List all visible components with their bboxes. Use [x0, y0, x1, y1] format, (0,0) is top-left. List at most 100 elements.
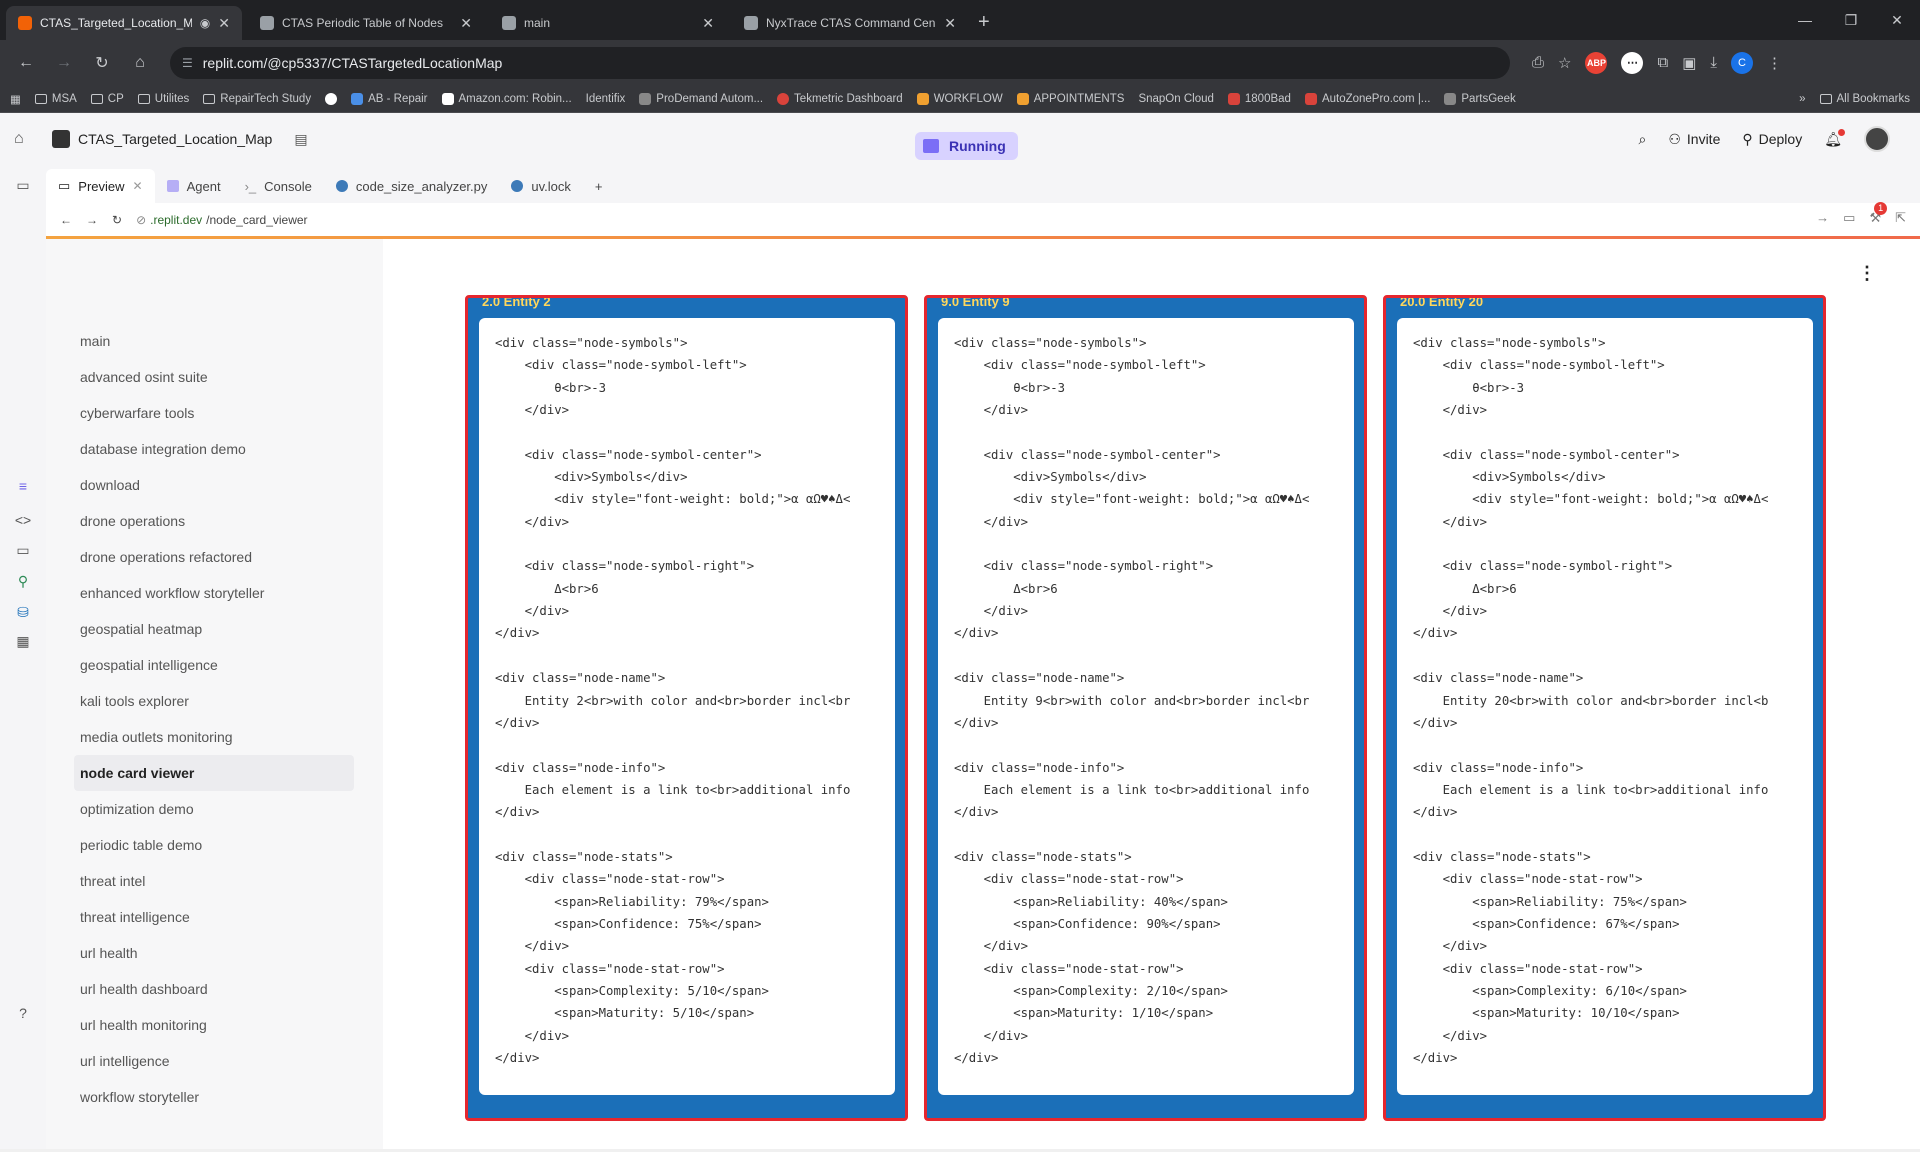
bookmark-folder[interactable]: MSA [34, 93, 77, 105]
bookmark-link[interactable]: Identifix [586, 93, 626, 105]
repl-menu-icon[interactable]: ▤ [294, 131, 307, 148]
browser-tab-1[interactable]: CTAS_Targeted_Location_M ◉ ✕ [6, 6, 242, 40]
repl-title[interactable]: CTAS_Targeted_Location_Map ▤ [52, 130, 308, 148]
sidebar-item[interactable]: periodic table demo [74, 827, 354, 863]
bookmark-link[interactable]: ProDemand Autom... [639, 92, 763, 105]
browser-tab-4[interactable]: NyxTrace CTAS Command Cen ✕ [732, 6, 968, 40]
bookmark-link[interactable]: SnapOn Cloud [1138, 93, 1213, 105]
downloads-icon[interactable]: ⤓ [1710, 54, 1717, 71]
install-app-icon[interactable]: ⎙ [1532, 54, 1544, 71]
extension-icon[interactable]: ⋯ [1621, 51, 1644, 74]
bookmark-link[interactable]: PartsGeek [1444, 92, 1516, 105]
bookmark-link[interactable]: 1800Bad [1227, 92, 1291, 105]
run-status-button[interactable]: Running [915, 132, 1018, 160]
sidebar-item[interactable]: geospatial intelligence [74, 647, 354, 683]
sidebar-item[interactable]: workflow storyteller [74, 1079, 354, 1115]
node-card[interactable]: 2.0 Entity 2 <div class="node-symbols"> … [465, 295, 908, 1121]
tab-code-size-analyzer[interactable]: code_size_analyzer.py [324, 169, 500, 203]
sidebar-item[interactable]: cyberwarfare tools [74, 395, 354, 431]
sidebar-item[interactable]: node card viewer [74, 755, 354, 791]
back-icon[interactable]: ← [10, 47, 42, 79]
deploy-rail-icon[interactable]: ⚲ [18, 573, 28, 590]
bookmark-link[interactable]: Tekmetric Dashboard [777, 92, 903, 105]
user-avatar[interactable] [1864, 126, 1890, 152]
minimize-icon[interactable]: — [1782, 0, 1828, 40]
notifications-bell-icon[interactable]: 🔔︎ [1824, 128, 1845, 148]
preview-forward-icon[interactable]: → [86, 213, 98, 227]
restore-icon[interactable]: ❐ [1828, 0, 1874, 40]
sidebar-item[interactable]: drone operations [74, 503, 354, 539]
preview-url[interactable]: ⊘ .replit.dev/node_card_viewer [136, 213, 308, 227]
side-panel-icon[interactable]: ▣ [1682, 54, 1696, 72]
search-icon[interactable]: ⌕ [1638, 131, 1646, 148]
address-bar[interactable]: ☰ replit.com/@cp5337/CTASTargetedLocatio… [170, 46, 1510, 79]
sidebar-item[interactable]: url intelligence [74, 1043, 354, 1079]
bookmark-link[interactable]: AutoZonePro.com |... [1304, 92, 1430, 105]
bookmark-link[interactable]: AB - Repair [351, 92, 428, 105]
database-icon[interactable]: ⛁ [17, 604, 29, 621]
sidebar-item[interactable]: enhanced workflow storyteller [74, 575, 354, 611]
sidebar-item[interactable]: kali tools explorer [74, 683, 354, 719]
close-tab-icon[interactable]: ✕ [944, 15, 956, 32]
tab-uv-lock[interactable]: uv.lock [499, 169, 583, 203]
node-card[interactable]: 20.0 Entity 20 <div class="node-symbols"… [1383, 295, 1826, 1121]
help-icon[interactable]: ? [19, 1005, 27, 1021]
browser-menu-icon[interactable]: ⋮ [1767, 54, 1782, 72]
sidebar-item[interactable]: drone operations refactored [74, 539, 354, 575]
new-pane-tab-button[interactable]: + [583, 169, 615, 203]
adblock-extension-icon[interactable]: ABP [1585, 51, 1608, 74]
deploy-button[interactable]: ⚲ Deploy [1742, 131, 1802, 148]
sidebar-item[interactable]: download [74, 467, 354, 503]
all-tools-icon[interactable]: ▦ [16, 633, 29, 650]
sidebar-item[interactable]: media outlets monitoring [74, 719, 354, 755]
invite-button[interactable]: ⚇ Invite [1668, 131, 1720, 148]
close-window-icon[interactable]: ✕ [1874, 0, 1920, 40]
close-tab-icon[interactable]: ✕ [702, 15, 714, 32]
bookmark-folder[interactable]: CP [90, 93, 124, 105]
browser-tab-3[interactable]: main ✕ [490, 6, 726, 40]
apps-grid-icon[interactable]: ▦ [10, 92, 21, 106]
bookmark-star-icon[interactable]: ☆ [1558, 54, 1571, 72]
preview-reload-icon[interactable]: ↻ [112, 213, 122, 227]
extensions-puzzle-icon[interactable]: ⧉ [1657, 54, 1668, 71]
devtools-icon[interactable]: ⚒ 1 [1869, 202, 1888, 226]
bookmark-folder[interactable]: Utilites [137, 93, 189, 105]
close-tab-icon[interactable]: ✕ [460, 15, 472, 32]
reload-icon[interactable]: ↻ [86, 47, 118, 79]
sidebar-item[interactable]: threat intel [74, 863, 354, 899]
preview-monitor-icon[interactable]: ▭ [16, 542, 29, 559]
tab-preview[interactable]: ▭ Preview ✕ [46, 169, 155, 203]
forward-icon[interactable]: → [48, 47, 80, 79]
workflows-icon[interactable]: ≡ [19, 478, 27, 494]
bookmark-folder[interactable]: RepairTech Study [203, 93, 311, 105]
device-icon[interactable]: ▭ [1843, 210, 1855, 226]
home-icon[interactable]: ⌂ [124, 47, 156, 79]
sidebar-item[interactable]: url health [74, 935, 354, 971]
profile-avatar[interactable]: C [1731, 51, 1754, 74]
bookmark-link[interactable] [325, 92, 338, 105]
sidebar-item[interactable]: url health monitoring [74, 1007, 354, 1043]
more-bookmarks-icon[interactable]: » [1799, 93, 1805, 105]
close-tab-icon[interactable]: ✕ [133, 179, 143, 193]
preview-back-icon[interactable]: ← [60, 213, 72, 227]
new-tab-button[interactable]: + [968, 11, 1000, 40]
bookmark-link[interactable]: APPOINTMENTS [1016, 92, 1124, 105]
sidebar-item[interactable]: geospatial heatmap [74, 611, 354, 647]
home-icon[interactable]: ⌂ [14, 130, 40, 148]
sidebar-item[interactable]: threat intelligence [74, 899, 354, 935]
tab-agent[interactable]: Agent [155, 169, 233, 203]
tab-console[interactable]: ›_ Console [233, 169, 324, 203]
bookmark-link[interactable]: WORKFLOW [916, 92, 1003, 105]
sidebar-item[interactable]: url health dashboard [74, 971, 354, 1007]
close-tab-icon[interactable]: ✕ [218, 15, 230, 32]
bookmark-link[interactable]: Amazon.com: Robin... [441, 92, 572, 105]
browser-tab-2[interactable]: CTAS Periodic Table of Nodes ✕ [248, 6, 484, 40]
sidebar-item[interactable]: main [74, 323, 354, 359]
open-new-tab-icon[interactable]: ⇱ [1895, 210, 1906, 226]
more-options-icon[interactable]: ⋮ [1858, 263, 1876, 284]
sidebar-item[interactable]: optimization demo [74, 791, 354, 827]
sidebar-item[interactable]: advanced osint suite [74, 359, 354, 395]
code-icon[interactable]: <> [15, 512, 31, 528]
files-icon[interactable]: ▭ [16, 177, 29, 194]
sidebar-item[interactable]: database integration demo [74, 431, 354, 467]
